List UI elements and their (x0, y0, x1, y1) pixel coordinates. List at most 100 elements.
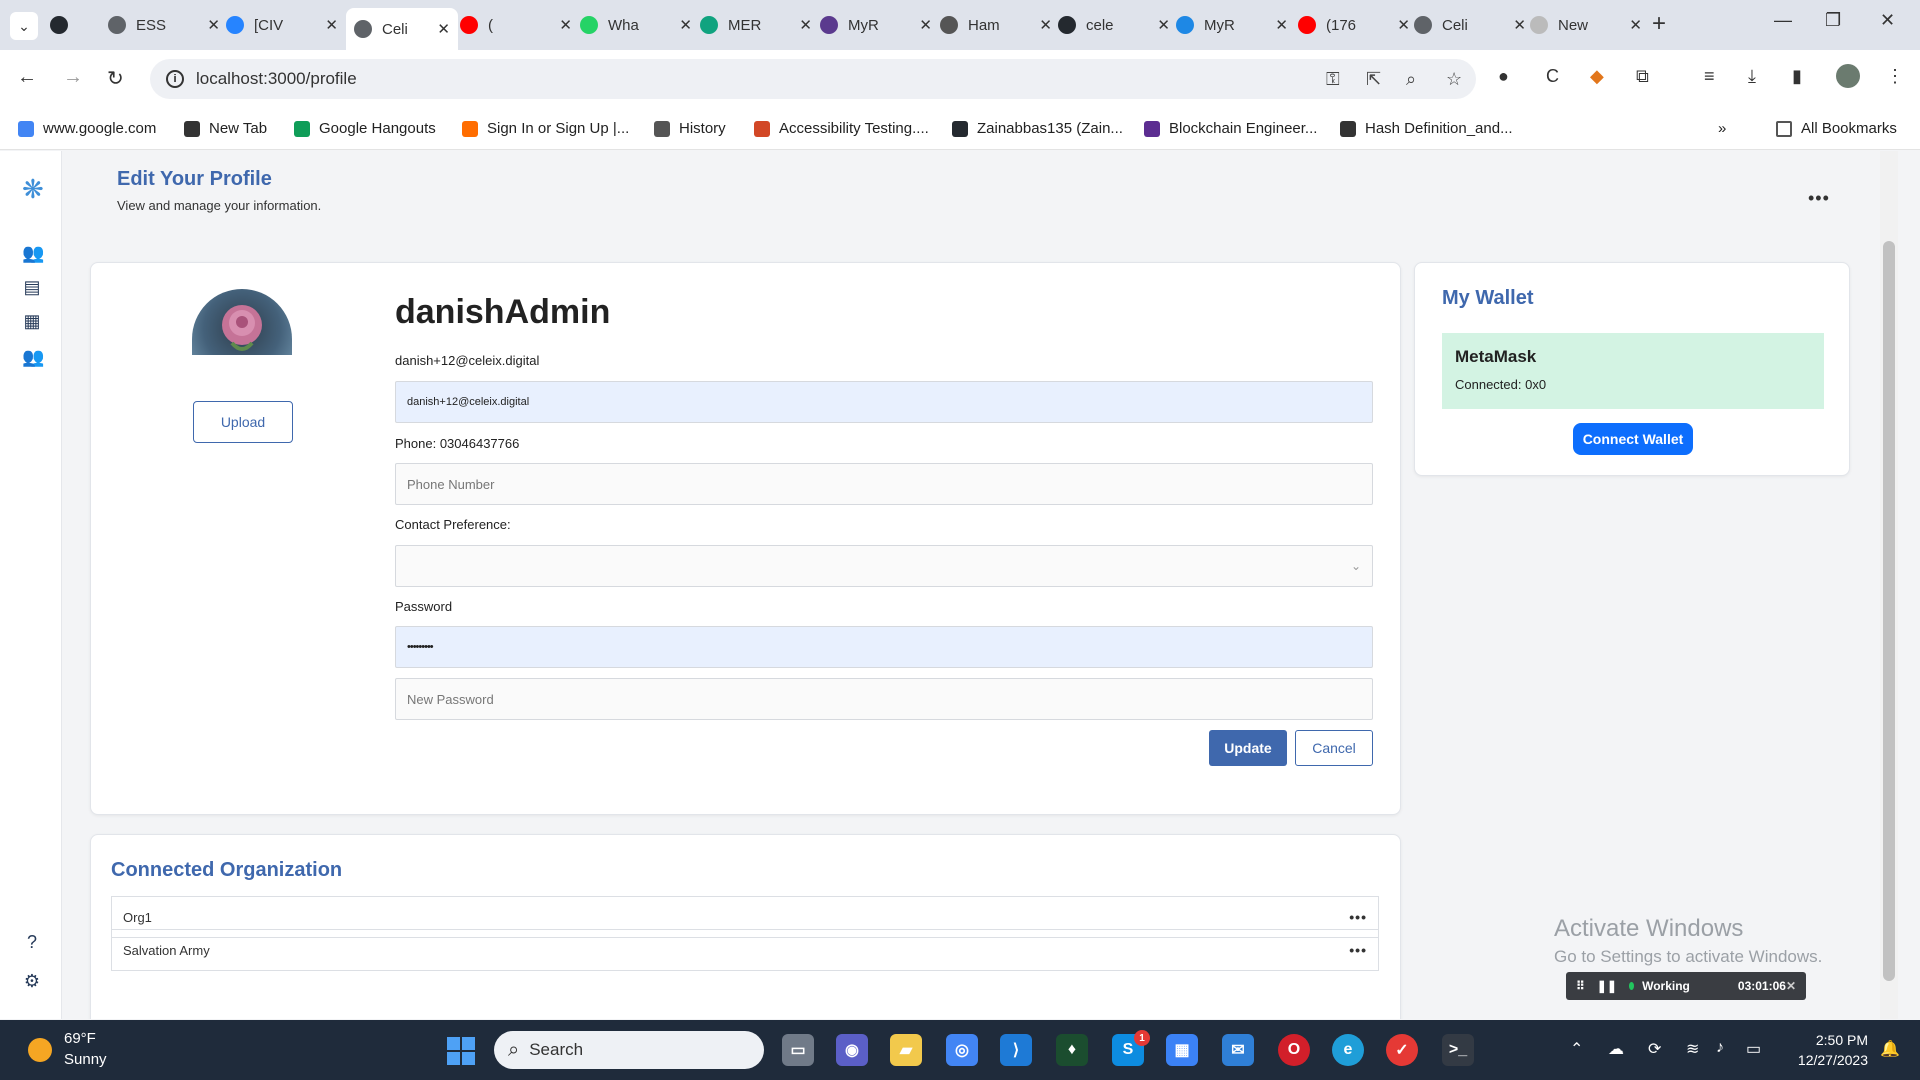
close-tab-icon[interactable]: ✕ (1039, 16, 1052, 34)
more-options-icon[interactable]: ••• (1808, 188, 1830, 209)
bookmark-item[interactable]: Google Hangouts (294, 120, 436, 137)
bookmark-item[interactable]: Zainabbas135 (Zain... (952, 120, 1123, 137)
network-off-icon[interactable]: ☁ (1608, 1039, 1624, 1059)
minimize-button[interactable]: — (1774, 10, 1792, 31)
close-icon[interactable]: ✕ (1786, 979, 1796, 993)
notification-bell-icon[interactable]: 🔔 (1880, 1039, 1900, 1059)
side-panel-icon[interactable]: ▮ (1792, 66, 1802, 87)
download-icon[interactable]: ⤓ (1748, 66, 1756, 87)
time-tracker-app-icon[interactable]: ✓ (1386, 1034, 1418, 1066)
browser-tab[interactable]: New ✕ (1530, 8, 1642, 42)
zoom-icon[interactable]: ⌕ (1406, 69, 1416, 90)
browser-tab[interactable]: [CIV ✕ (226, 8, 338, 42)
pause-icon[interactable]: ❚❚ (1597, 979, 1617, 993)
browser-tab[interactable]: cele ✕ (1058, 8, 1170, 42)
users-icon[interactable]: 👥 (22, 243, 44, 263)
close-tab-icon[interactable]: ✕ (799, 16, 812, 34)
more-options-icon[interactable]: ••• (1349, 909, 1367, 925)
browser-tab[interactable] (50, 8, 90, 42)
more-options-icon[interactable]: ••• (1349, 942, 1367, 958)
bookmark-item[interactable]: Blockchain Engineer... (1144, 120, 1317, 137)
settings-icon[interactable]: ⚙ (22, 971, 42, 991)
wifi-icon[interactable]: ≋ (1686, 1039, 1699, 1059)
cancel-button[interactable]: Cancel (1295, 730, 1373, 766)
weather-temp[interactable]: 69°F (64, 1030, 96, 1047)
close-tab-icon[interactable]: ✕ (1157, 16, 1170, 34)
browser-tab[interactable]: (✕ (460, 8, 572, 42)
key-icon[interactable]: ⚿ (1326, 69, 1340, 90)
close-tab-icon[interactable]: ✕ (207, 16, 220, 34)
contact-preference-select[interactable]: ⌄ (395, 545, 1373, 587)
close-tab-icon[interactable]: ✕ (1629, 16, 1642, 34)
close-tab-icon[interactable]: ✕ (679, 16, 692, 34)
email-field[interactable]: danish+12@celeix.digital (395, 381, 1373, 423)
store-icon[interactable]: ▦ (1166, 1034, 1198, 1066)
chat-icon[interactable]: ◉ (836, 1034, 868, 1066)
extension-icon[interactable]: ● (1498, 66, 1509, 87)
file-explorer-icon[interactable]: ▰ (890, 1034, 922, 1066)
close-tab-icon[interactable]: ✕ (437, 20, 450, 38)
edge-icon[interactable]: e (1332, 1034, 1364, 1066)
close-window-button[interactable]: ✕ (1880, 10, 1895, 31)
site-info-icon[interactable]: i (166, 70, 184, 88)
metamask-extension-icon[interactable]: ◆ (1590, 66, 1604, 87)
terminal-icon[interactable]: >_ (1442, 1034, 1474, 1066)
scrollbar-thumb[interactable] (1883, 241, 1895, 981)
back-button[interactable]: ← (17, 66, 37, 89)
bookmark-item[interactable]: Accessibility Testing.... (754, 120, 929, 137)
list-item[interactable]: Salvation Army ••• (111, 929, 1379, 971)
close-tab-icon[interactable]: ✕ (559, 16, 572, 34)
dashboard-icon[interactable]: ▦ (22, 311, 42, 331)
bookmark-item[interactable]: Sign In or Sign Up |... (462, 120, 629, 137)
team-icon[interactable]: 👥 (22, 347, 44, 367)
chrome-menu-icon[interactable]: ⋮ (1886, 66, 1904, 87)
puzzle-icon[interactable]: ⧉ (1636, 66, 1649, 87)
media-control-icon[interactable]: ≡ (1704, 66, 1715, 87)
browser-tab[interactable]: Wha ✕ (580, 8, 692, 42)
chrome-icon[interactable]: ◎ (946, 1034, 978, 1066)
close-tab-icon[interactable]: ✕ (1397, 16, 1410, 34)
new-password-input[interactable]: New Password (395, 678, 1373, 720)
bookmark-item[interactable]: Hash Definition_and... (1340, 120, 1513, 137)
volume-icon[interactable]: ♪ (1716, 1039, 1724, 1057)
mongodb-icon[interactable]: ♦ (1056, 1034, 1088, 1066)
chevron-up-icon[interactable]: ⌃ (1570, 1039, 1583, 1059)
browser-tab[interactable]: MER ✕ (700, 8, 812, 42)
bookmark-item[interactable]: New Tab (184, 120, 267, 137)
drag-handle-icon[interactable]: ⠿ (1576, 979, 1585, 993)
extension-c-icon[interactable]: C (1546, 66, 1559, 87)
star-icon[interactable]: ☆ (1446, 69, 1462, 90)
browser-tab[interactable]: (176 ✕ (1298, 8, 1410, 42)
clock[interactable]: 2:50 PM 12/27/2023 (1780, 1030, 1868, 1070)
phone-input[interactable]: Phone Number (395, 463, 1373, 505)
time-tracker-widget[interactable]: ⠿ ❚❚ Working 03:01:06 ✕ (1566, 972, 1806, 1000)
password-field[interactable]: ••••••••• (395, 626, 1373, 668)
profile-avatar-icon[interactable] (1836, 64, 1860, 88)
task-view-icon[interactable]: ▭ (782, 1034, 814, 1066)
document-icon[interactable]: ▤ (22, 277, 42, 297)
page-scrollbar[interactable] (1880, 151, 1898, 1019)
open-external-icon[interactable]: ⇱ (1366, 69, 1381, 90)
close-tab-icon[interactable]: ✕ (1275, 16, 1288, 34)
browser-tab[interactable]: Celi ✕ (346, 8, 458, 50)
new-tab-button[interactable]: + (1652, 10, 1666, 38)
help-icon[interactable]: ? (22, 932, 42, 952)
taskbar-search[interactable]: ⌕ Search (494, 1031, 764, 1069)
address-bar[interactable]: i localhost:3000/profile ⚿ ⇱ ⌕ ☆ (150, 59, 1476, 99)
close-tab-icon[interactable]: ✕ (325, 16, 338, 34)
sun-icon[interactable] (28, 1038, 52, 1062)
close-tab-icon[interactable]: ✕ (1513, 16, 1526, 34)
url-text[interactable]: localhost:3000/profile (196, 69, 357, 89)
mail-icon[interactable]: ✉ (1222, 1034, 1254, 1066)
browser-tab[interactable]: Celi ✕ (1414, 8, 1526, 42)
vscode-icon[interactable]: ⟩ (1000, 1034, 1032, 1066)
app-logo-icon[interactable]: ❋ (22, 176, 44, 202)
restore-button[interactable]: ❐ (1825, 10, 1841, 31)
browser-tab[interactable]: MyR ✕ (1176, 8, 1288, 42)
close-tab-icon[interactable]: ✕ (919, 16, 932, 34)
upload-button[interactable]: Upload (193, 401, 293, 443)
browser-tab[interactable]: Ham ✕ (940, 8, 1052, 42)
forward-button[interactable]: → (63, 66, 83, 89)
sync-icon[interactable]: ⟳ (1648, 1039, 1661, 1059)
browser-tab[interactable]: MyR ✕ (820, 8, 932, 42)
